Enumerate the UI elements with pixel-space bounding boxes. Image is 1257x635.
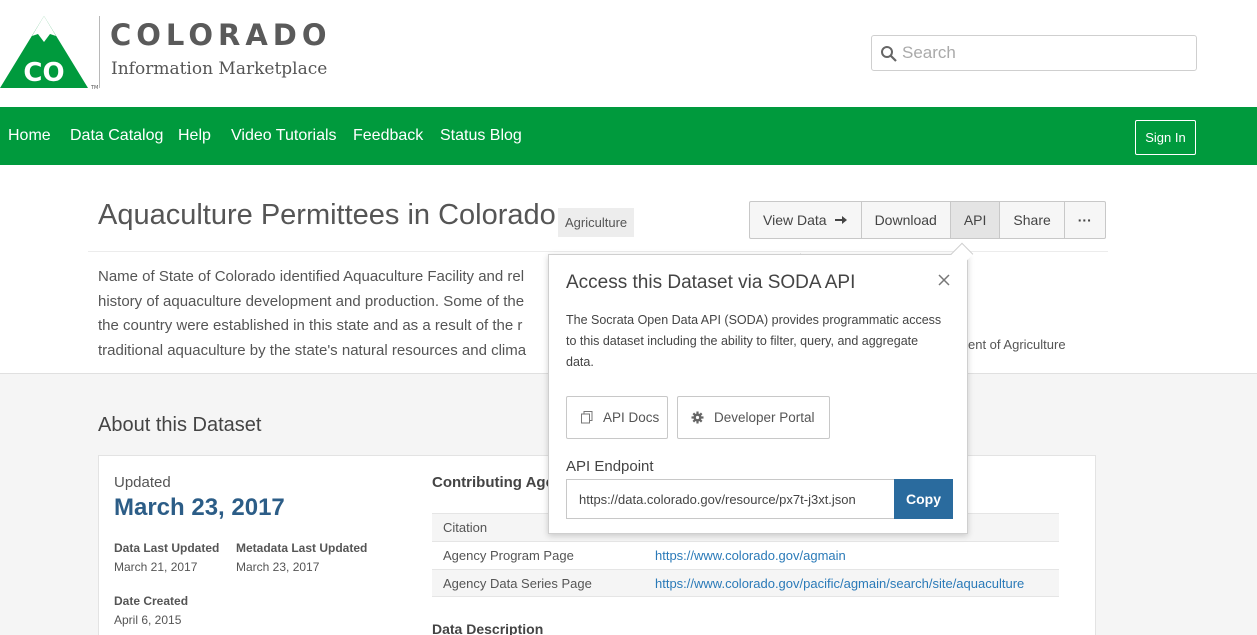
about-heading: About this Dataset xyxy=(98,414,262,436)
nav-home[interactable]: Home xyxy=(8,127,51,145)
nav-video-tutorials[interactable]: Video Tutorials xyxy=(231,127,337,145)
date-created-label: Date Created xyxy=(114,594,189,608)
developer-portal-label: Developer Portal xyxy=(714,410,815,425)
svg-text:TM: TM xyxy=(90,85,98,91)
row-label: Citation xyxy=(443,520,488,535)
api-endpoint-label: API Endpoint xyxy=(566,458,654,475)
updated-label: Updated xyxy=(114,474,171,491)
api-popover: Access this Dataset via SODA API The Soc… xyxy=(548,242,974,534)
main-nav: Home Data Catalog Help Video Tutorials F… xyxy=(0,107,1257,165)
row-link[interactable]: https://www.colorado.gov/agmain xyxy=(655,548,846,563)
metadata-last-updated-label: Metadata Last Updated xyxy=(236,541,368,555)
close-icon[interactable] xyxy=(936,272,952,288)
copy-doc-icon xyxy=(581,411,593,424)
contributing-agency-label: Contributing Ager xyxy=(432,474,560,491)
popover-description: The Socrata Open Data API (SODA) provide… xyxy=(566,313,942,369)
nav-help[interactable]: Help xyxy=(178,127,211,145)
download-button[interactable]: Download xyxy=(862,202,951,238)
nav-status-blog[interactable]: Status Blog xyxy=(440,127,522,145)
api-endpoint-input[interactable] xyxy=(566,479,894,519)
api-button[interactable]: API xyxy=(950,202,1001,238)
gear-icon xyxy=(691,411,704,424)
more-actions-button[interactable]: ··· xyxy=(1065,202,1105,238)
publisher-info: ent of Agriculture xyxy=(968,337,1066,352)
colorado-logo[interactable]: CO TM xyxy=(0,14,100,92)
description-line: the country were established in this sta… xyxy=(98,317,523,334)
copy-button[interactable]: Copy xyxy=(894,479,953,519)
svg-text:CO: CO xyxy=(23,58,64,88)
data-last-updated-label: Data Last Updated xyxy=(114,541,220,555)
row-label: Agency Program Page xyxy=(443,548,574,563)
data-last-updated-value: March 21, 2017 xyxy=(114,560,198,574)
category-tag[interactable]: Agriculture xyxy=(558,208,635,237)
table-row: Agency Data Series Page https://www.colo… xyxy=(432,569,1059,597)
arrow-right-icon xyxy=(834,216,847,224)
search-box[interactable] xyxy=(871,35,1197,71)
table-row: Agency Program Page https://www.colorado… xyxy=(432,541,1059,569)
search-icon xyxy=(881,46,897,62)
dataset-description: Name of State of Colorado identified Aqu… xyxy=(98,265,558,363)
view-data-button[interactable]: View Data xyxy=(750,202,862,238)
updated-date: March 23, 2017 xyxy=(114,494,285,521)
row-label: Agency Data Series Page xyxy=(443,575,592,591)
description-line: traditional aquaculture by the state's n… xyxy=(98,341,527,359)
more-icon: ··· xyxy=(1077,212,1092,228)
logo-title: COLORADO xyxy=(110,18,332,52)
description-line: Name of State of Colorado identified Aqu… xyxy=(98,268,525,285)
site-header: CO TM COLORADO Information Marketplace xyxy=(0,0,1257,107)
developer-portal-button[interactable]: Developer Portal xyxy=(677,396,830,439)
popover-title: Access this Dataset via SODA API xyxy=(566,272,856,293)
metadata-last-updated-value: March 23, 2017 xyxy=(236,560,320,574)
row-link[interactable]: https://www.colorado.gov/pacific/agmain/… xyxy=(655,576,1024,591)
description-line: history of aquaculture development and p… xyxy=(98,292,525,310)
nav-data-catalog[interactable]: Data Catalog xyxy=(70,127,163,145)
dataset-actions: View Data Download API Share ··· xyxy=(749,201,1106,239)
data-description-label: Data Description xyxy=(432,621,544,635)
nav-feedback[interactable]: Feedback xyxy=(353,127,423,145)
logo-subtitle: Information Marketplace xyxy=(111,59,328,79)
dataset-title: Aquaculture Permittees in Colorado xyxy=(98,199,556,231)
popover-arrow xyxy=(950,242,974,266)
logo-divider xyxy=(99,16,100,88)
share-button[interactable]: Share xyxy=(1000,202,1065,238)
search-input[interactable] xyxy=(902,36,1192,70)
api-docs-button[interactable]: API Docs xyxy=(566,396,668,439)
sign-in-button[interactable]: Sign In xyxy=(1135,120,1196,155)
date-created-value: April 6, 2015 xyxy=(114,613,182,627)
api-docs-label: API Docs xyxy=(603,410,660,425)
view-data-label: View Data xyxy=(763,212,827,228)
